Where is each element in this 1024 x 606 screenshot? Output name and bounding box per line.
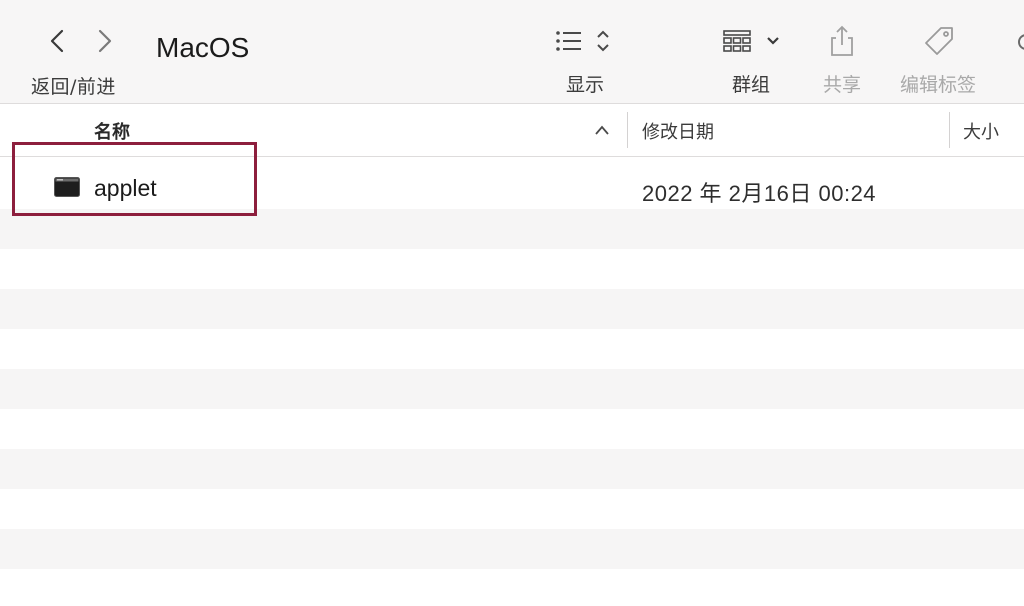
view-button[interactable]: 显示 — [554, 24, 616, 97]
empty-row — [0, 369, 1024, 409]
empty-row — [0, 329, 1024, 369]
executable-file-icon — [54, 177, 80, 197]
chevron-right-icon — [98, 29, 112, 53]
file-date-modified: 2022 年 2月16日 00:24 — [642, 181, 877, 206]
file-row[interactable]: applet 2022 年 2月16日 00:24 — [0, 169, 1024, 209]
toolbar-overflow-icon[interactable] — [1018, 34, 1024, 50]
empty-row — [0, 249, 1024, 289]
share-button[interactable]: 共享 — [812, 24, 872, 97]
empty-row — [0, 529, 1024, 569]
empty-row — [0, 409, 1024, 449]
empty-row — [0, 489, 1024, 529]
empty-row — [0, 569, 1024, 606]
file-list: applet 2022 年 2月16日 00:24 — [0, 157, 1024, 606]
chevron-left-icon — [50, 29, 64, 53]
list-view-icon — [556, 30, 609, 52]
share-label: 共享 — [822, 74, 861, 96]
column-divider[interactable] — [627, 112, 628, 148]
group-grid-icon — [723, 30, 779, 52]
tags-label: 编辑标签 — [899, 74, 976, 96]
column-size-header[interactable]: 大小 — [963, 118, 999, 144]
column-divider[interactable] — [949, 112, 950, 148]
window-title: MacOS — [156, 32, 250, 63]
forward-button[interactable] — [90, 26, 120, 56]
view-label: 显示 — [565, 74, 604, 96]
tag-icon — [925, 27, 953, 55]
group-button[interactable]: 群组 — [716, 24, 786, 97]
empty-row — [0, 289, 1024, 329]
empty-row — [0, 449, 1024, 489]
empty-row — [0, 209, 1024, 249]
column-header: 名称 修改日期 大小 — [0, 104, 1024, 157]
column-date-header[interactable]: 修改日期 — [642, 118, 714, 144]
sort-ascending-icon[interactable] — [594, 124, 610, 136]
file-name: applet — [94, 175, 157, 201]
column-name-header[interactable]: 名称 — [94, 118, 130, 144]
nav-label: 返回/前进 — [31, 76, 116, 98]
group-label: 群组 — [731, 74, 770, 96]
share-icon — [831, 25, 853, 56]
back-button[interactable] — [42, 26, 72, 56]
finder-window: 返回/前进 MacOS 显示 群组 共享 编辑标签 名称 修改日期 大小 app… — [0, 0, 1024, 606]
edit-tags-button[interactable]: 编辑标签 — [890, 24, 986, 97]
toolbar: 返回/前进 MacOS 显示 群组 共享 编辑标签 — [0, 0, 1024, 104]
